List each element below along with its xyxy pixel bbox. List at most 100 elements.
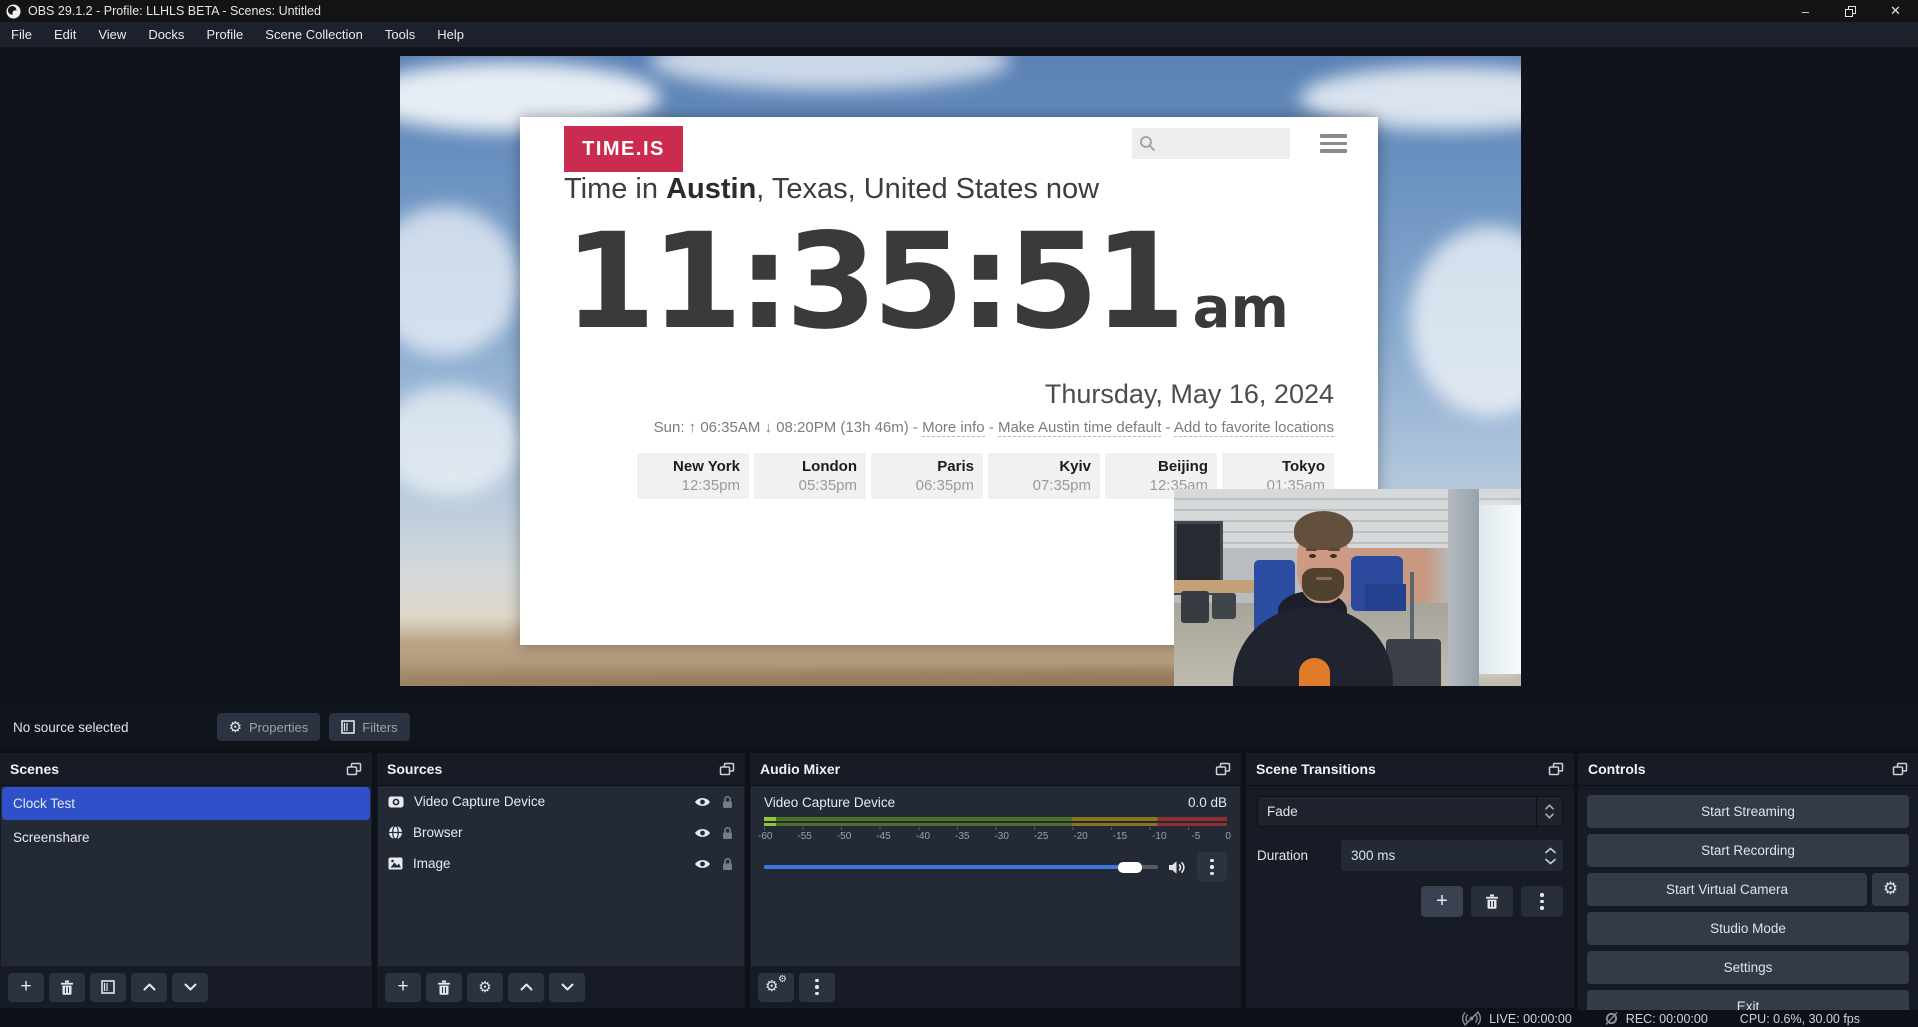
make-default-link[interactable]: Make Austin time default xyxy=(998,419,1161,437)
controls-header[interactable]: Controls xyxy=(1578,753,1918,786)
add-scene-button[interactable]: + xyxy=(8,973,44,1002)
timeis-logo[interactable]: TIME.IS xyxy=(564,126,683,172)
scene-transitions-dock: Scene Transitions Fade Duration 300 ms xyxy=(1246,753,1574,1008)
menu-docks[interactable]: Docks xyxy=(137,22,195,47)
performance-stats: CPU: 0.6%, 30.00 fps xyxy=(1740,1012,1860,1026)
remove-source-button[interactable] xyxy=(426,973,462,1002)
move-source-up-button[interactable] xyxy=(508,973,544,1002)
chevron-down-icon xyxy=(184,983,197,991)
move-scene-down-button[interactable] xyxy=(172,973,208,1002)
cloud-art xyxy=(400,206,520,356)
select-arrows[interactable] xyxy=(1536,797,1562,826)
start-virtual-camera-button[interactable]: Start Virtual Camera xyxy=(1587,873,1867,906)
add-source-button[interactable]: + xyxy=(385,973,421,1002)
speaker-icon[interactable] xyxy=(1168,860,1187,875)
gears-icon: ⚙⚙ xyxy=(765,978,787,996)
spin-arrows[interactable] xyxy=(1537,847,1563,865)
audio-mixer-dock: Audio Mixer Video Capture Device 0.0 dB … xyxy=(750,753,1241,1008)
gear-icon: ⚙ xyxy=(1883,881,1898,898)
timeis-search-box[interactable] xyxy=(1132,128,1290,159)
popout-icon[interactable] xyxy=(346,762,362,776)
minimize-button[interactable]: – xyxy=(1783,0,1828,22)
virtual-camera-config-button[interactable]: ⚙ xyxy=(1872,873,1909,906)
menu-scene-collection[interactable]: Scene Collection xyxy=(254,22,374,47)
sources-header[interactable]: Sources xyxy=(377,753,745,786)
properties-button[interactable]: ⚙ Properties xyxy=(217,713,321,741)
scenes-header[interactable]: Scenes xyxy=(0,753,372,786)
city-newyork[interactable]: New York12:35pm xyxy=(637,453,749,499)
search-input[interactable] xyxy=(1156,136,1276,152)
meter-scale: -60-55-50-45-40-35-30-25-20-15-10-50 xyxy=(764,827,1227,844)
city-kyiv[interactable]: Kyiv07:35pm xyxy=(988,453,1100,499)
menu-file[interactable]: File xyxy=(0,22,43,47)
chevron-up-icon xyxy=(143,983,156,991)
scene-transitions-header[interactable]: Scene Transitions xyxy=(1246,753,1574,786)
advanced-audio-button[interactable]: ⚙⚙ xyxy=(758,973,794,1002)
source-item-video-capture[interactable]: Video Capture Device xyxy=(378,786,744,817)
scene-item-clock-test[interactable]: Clock Test xyxy=(2,787,370,820)
city-london[interactable]: London05:35pm xyxy=(754,453,866,499)
transition-select[interactable]: Fade xyxy=(1257,796,1563,827)
menu-view[interactable]: View xyxy=(87,22,137,47)
chevron-up-icon xyxy=(1545,804,1554,810)
scene-filters-button[interactable] xyxy=(90,973,126,1002)
scene-item-screenshare[interactable]: Screenshare xyxy=(2,821,370,854)
source-item-browser[interactable]: Browser xyxy=(378,817,744,848)
search-icon xyxy=(1139,135,1156,152)
popout-icon[interactable] xyxy=(719,762,735,776)
window-title: OBS 29.1.2 - Profile: LLHLS BETA - Scene… xyxy=(28,4,321,18)
duration-spinbox[interactable]: 300 ms xyxy=(1341,840,1563,871)
lock-icon[interactable] xyxy=(721,857,734,871)
studio-mode-button[interactable]: Studio Mode xyxy=(1587,912,1909,945)
add-transition-button[interactable]: + xyxy=(1421,886,1463,917)
start-recording-button[interactable]: Start Recording xyxy=(1587,834,1909,867)
selected-source-bar: No source selected ⚙ Properties Filters xyxy=(0,707,1918,747)
popout-icon[interactable] xyxy=(1215,762,1231,776)
start-streaming-button[interactable]: Start Streaming xyxy=(1587,795,1909,828)
menu-help[interactable]: Help xyxy=(426,22,475,47)
eye-icon[interactable] xyxy=(694,858,711,870)
volume-slider[interactable] xyxy=(764,865,1158,869)
mixer-source-name: Video Capture Device xyxy=(764,795,895,810)
audio-mixer-header[interactable]: Audio Mixer xyxy=(750,753,1241,786)
restore-button[interactable] xyxy=(1828,0,1873,22)
lock-icon[interactable] xyxy=(721,826,734,840)
mixer-options-button[interactable] xyxy=(1197,852,1227,882)
trash-icon xyxy=(437,980,451,995)
source-item-image[interactable]: Image xyxy=(378,848,744,879)
settings-button[interactable]: Settings xyxy=(1587,951,1909,984)
remove-scene-button[interactable] xyxy=(49,973,85,1002)
date-line: Thursday, May 16, 2024 xyxy=(1045,379,1334,410)
city-paris[interactable]: Paris06:35pm xyxy=(871,453,983,499)
audio-mixer-toolbar: ⚙⚙ xyxy=(750,966,1241,1008)
eye-icon[interactable] xyxy=(694,796,711,808)
add-favorite-link[interactable]: Add to favorite locations xyxy=(1174,419,1334,437)
preview-region: TIME.IS Time in Austin, Texas, United St… xyxy=(0,47,1918,707)
menu-edit[interactable]: Edit xyxy=(43,22,87,47)
cloud-art xyxy=(650,56,1010,90)
transition-options-button[interactable] xyxy=(1521,886,1563,917)
controls-body: Start Streaming Start Recording Start Vi… xyxy=(1578,786,1918,1027)
remove-transition-button[interactable] xyxy=(1471,886,1513,917)
close-button[interactable]: ✕ xyxy=(1873,0,1918,22)
lock-icon[interactable] xyxy=(721,795,734,809)
source-properties-button[interactable]: ⚙ xyxy=(467,973,503,1002)
more-info-link[interactable]: More info xyxy=(922,419,985,437)
webcam-source xyxy=(1174,489,1521,686)
popout-icon[interactable] xyxy=(1548,762,1564,776)
program-canvas[interactable]: TIME.IS Time in Austin, Texas, United St… xyxy=(400,56,1521,686)
menu-bar: File Edit View Docks Profile Scene Colle… xyxy=(0,22,1918,47)
menu-profile[interactable]: Profile xyxy=(195,22,254,47)
mixer-menu-button[interactable] xyxy=(799,973,835,1002)
filters-button[interactable]: Filters xyxy=(329,713,409,741)
sources-toolbar: + ⚙ xyxy=(377,966,745,1008)
menu-tools[interactable]: Tools xyxy=(374,22,426,47)
sources-list: Video Capture Device Browser Image xyxy=(378,786,744,966)
hamburger-menu-icon[interactable] xyxy=(1320,134,1347,153)
volume-slider-handle[interactable] xyxy=(1118,862,1142,873)
move-source-down-button[interactable] xyxy=(549,973,585,1002)
eye-icon[interactable] xyxy=(694,827,711,839)
move-scene-up-button[interactable] xyxy=(131,973,167,1002)
popout-icon[interactable] xyxy=(1892,762,1908,776)
cloud-art xyxy=(1410,226,1521,416)
